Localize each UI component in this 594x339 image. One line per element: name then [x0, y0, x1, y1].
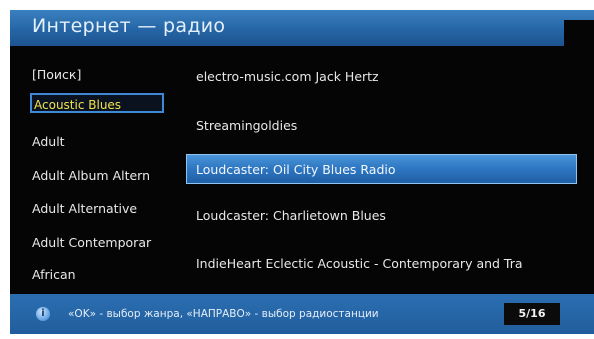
genre-item-african[interactable]: African: [32, 267, 76, 282]
genre-item-search[interactable]: [Поиск]: [32, 67, 81, 82]
genre-item-adult-contemporary[interactable]: Adult Contemporar: [32, 235, 151, 250]
genre-item-adult-alternative[interactable]: Adult Alternative: [32, 201, 137, 216]
title-bar: Интернет — радио: [10, 10, 594, 46]
page-counter: 5/16: [504, 303, 560, 325]
footer-bar: i «OK» - выбор жанра, «НАПРАВО» - выбор …: [10, 294, 594, 334]
info-icon: i: [36, 307, 50, 321]
station-item[interactable]: electro-music.com Jack Hertz: [196, 69, 379, 84]
genre-item-adult[interactable]: Adult: [32, 134, 65, 149]
hint-text: «OK» - выбор жанра, «НАПРАВО» - выбор ра…: [68, 308, 379, 320]
corner-block: [564, 20, 594, 46]
page-title: Интернет — радио: [32, 15, 226, 37]
station-item[interactable]: Loudcaster: Charlietown Blues: [196, 208, 386, 223]
station-item[interactable]: Streamingoldies: [196, 118, 297, 133]
genre-item-adult-album-alternative[interactable]: Adult Album Altern: [32, 168, 150, 183]
tv-screen: Интернет — радио [Поиск] Acoustic Blues …: [10, 10, 594, 334]
genre-item-acoustic-blues[interactable]: Acoustic Blues: [30, 93, 164, 113]
station-item[interactable]: IndieHeart Eclectic Acoustic - Contempor…: [196, 256, 523, 271]
station-item-selected[interactable]: Loudcaster: Oil City Blues Radio: [186, 154, 577, 184]
